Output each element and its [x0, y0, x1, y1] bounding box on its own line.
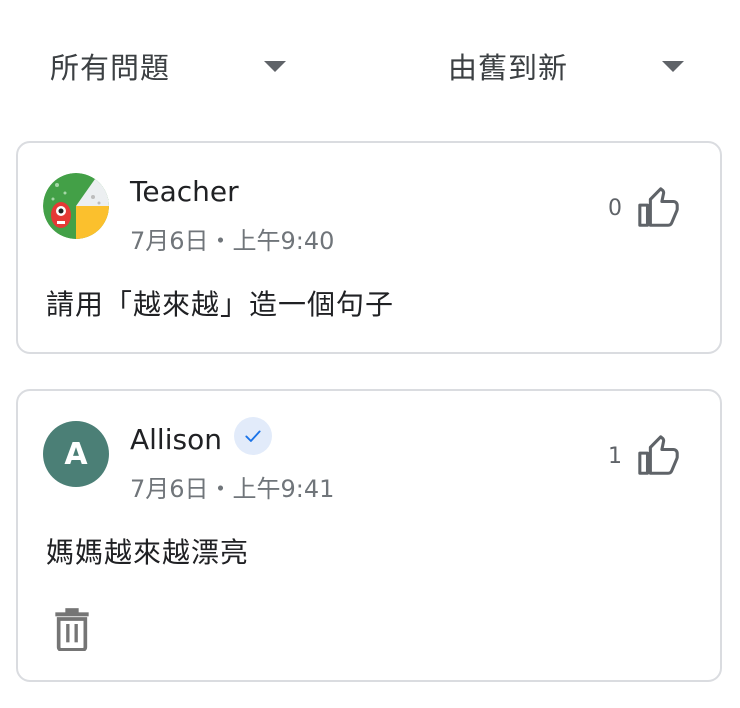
like-button[interactable]: 0	[608, 185, 682, 231]
post-text: 請用「越來越」造一個句子	[46, 288, 395, 321]
avatar: A	[43, 421, 109, 487]
sort-order-label: 由舊到新	[448, 51, 569, 85]
thumbs-up-icon	[638, 435, 679, 475]
like-count: 0	[608, 195, 622, 221]
post-timestamp: 7月6日・上午9:41	[130, 475, 335, 503]
teacher-avatar-icon	[43, 173, 109, 239]
sort-order-dropdown[interactable]: 由舊到新	[448, 44, 684, 88]
post-card: Teacher 7月6日・上午9:40 0 請用「越來越」造一個句子	[16, 141, 722, 354]
caret-down-icon	[264, 60, 286, 72]
author-name: Allison	[130, 423, 222, 456]
thumbs-up-icon	[638, 187, 679, 227]
verified-check-icon	[234, 417, 272, 455]
post-card: A Allison 7月6日・上午9:41 1 媽媽越來越漂亮	[16, 389, 722, 682]
like-button[interactable]: 1	[608, 433, 682, 479]
author-name: Teacher	[130, 175, 239, 208]
delete-button[interactable]	[52, 607, 92, 652]
question-filter-dropdown[interactable]: 所有問題	[50, 44, 286, 88]
trash-icon	[55, 608, 89, 652]
avatar	[43, 173, 109, 239]
post-timestamp: 7月6日・上午9:40	[130, 227, 335, 255]
post-text: 媽媽越來越漂亮	[46, 536, 250, 569]
caret-down-icon	[662, 60, 684, 72]
question-filter-label: 所有問題	[50, 51, 171, 85]
like-count: 1	[608, 443, 622, 469]
